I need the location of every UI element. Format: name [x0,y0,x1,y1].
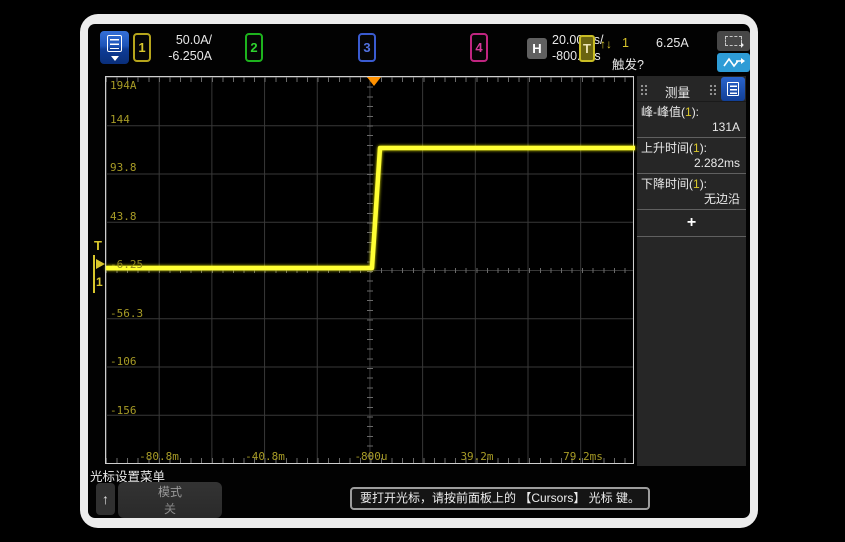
trigger-button[interactable]: T [579,35,595,62]
ground-marker-bar [93,255,95,293]
menu-list-icon [727,82,739,96]
measurement-row[interactable]: 峰-峰值(1): 131A [637,102,746,138]
softkey-mode-label: 模式 [118,484,222,501]
measurement-panel-header[interactable]: 测量 [637,76,746,102]
waveform-tool-button[interactable] [717,53,750,72]
waveform-icon [723,56,745,69]
chevron-down-icon [111,56,119,61]
channel-1-readout[interactable]: 50.0A/ -6.250A [152,33,212,64]
horizontal-button[interactable]: H [527,38,547,59]
measurement-channel: 1 [693,141,700,155]
channel-1-offset: -6.250A [152,49,212,65]
waveform-graticule[interactable]: 194A 144 93.8 43.8 -6.25 -56.3 -106 -156… [105,76,634,464]
channel-3-button[interactable]: 3 [358,33,376,62]
add-measurement-button[interactable]: + [637,210,746,237]
channel-1-trace [106,77,635,465]
measurement-channel: 1 [693,177,700,191]
timebase-value: 20.00ms/ [552,33,603,49]
softkey-mode-button[interactable]: 模式 关 [118,482,222,518]
measurement-name: 上升时间( [641,141,693,155]
menu-list-icon [107,35,122,52]
dashed-rect-icon [725,36,742,46]
zoom-region-button[interactable] [717,31,750,51]
measurement-name-suffix: ): [700,141,707,155]
y-axis-label: -6.25 [110,258,143,271]
arrow-up-icon: ↑ [102,491,109,507]
delay-value: -800.0us [552,49,603,65]
measurement-name: 峰-峰值( [641,105,685,119]
trigger-level-marker[interactable]: T [94,238,102,253]
menu-back-button[interactable]: ↑ [96,483,115,515]
measurement-name-suffix: ): [692,105,699,119]
measurement-menu-button[interactable] [721,77,745,101]
channel-1-button[interactable]: 1 [133,33,151,62]
channel-2-button[interactable]: 2 [245,33,263,62]
trigger-level-value: 6.25A [656,36,689,50]
measurement-name: 下降时间( [641,177,693,191]
measurement-row[interactable]: 下降时间(1): 无边沿 [637,174,746,210]
measurement-value: 131A [641,120,742,135]
measurement-name-suffix: ): [700,177,707,191]
channel-1-scale: 50.0A/ [152,33,212,49]
drag-grip-icon[interactable] [709,84,716,95]
ground-marker-channel: 1 [96,275,103,289]
softkey-mode-value: 关 [118,501,222,518]
panel-title: 测量 [637,82,718,101]
oscilloscope-screen: 1 50.0A/ -6.250A 2 3 4 H 20.00ms/ -800.0… [88,24,750,518]
channel-4-button[interactable]: 4 [470,33,488,62]
arrow-right-icon [96,259,105,269]
measurement-row[interactable]: 上升时间(1): 2.282ms [637,138,746,174]
trigger-position-marker[interactable] [367,77,381,86]
trigger-slope-icon: ↑↓ [600,37,612,51]
oscilloscope-bezel: 1 50.0A/ -6.250A 2 3 4 H 20.00ms/ -800.0… [80,14,758,528]
main-menu-button[interactable] [100,31,129,64]
horizontal-readout[interactable]: 20.00ms/ -800.0us [552,33,603,64]
measurement-panel: 测量 峰-峰值(1): 131A 上升时间(1): 2.282ms 下降时间(1… [637,76,746,466]
trigger-source: 1 [622,36,629,50]
trigger-status: 触发? [612,54,644,73]
cursor-hint-message: 要打开光标，请按前面板上的 【Cursors】 光标 键。 [350,487,650,510]
measurement-channel: 1 [685,105,692,119]
measurement-value: 2.282ms [641,156,742,171]
measurement-value: 无边沿 [641,192,742,207]
